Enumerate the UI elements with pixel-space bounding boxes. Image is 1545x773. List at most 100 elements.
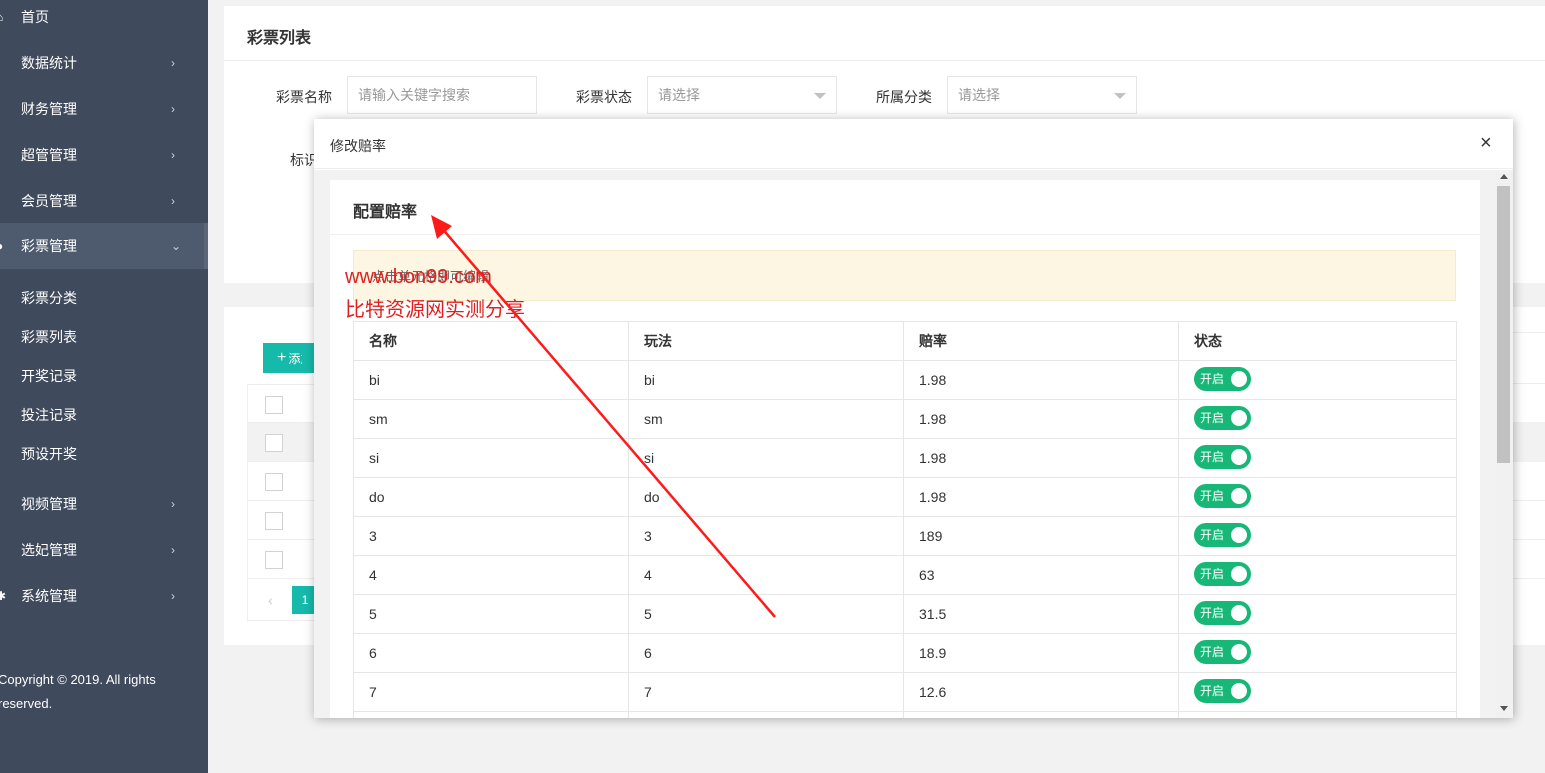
cell-odds[interactable]: 1.98 <box>903 438 1179 478</box>
status-toggle[interactable]: 开启 <box>1194 639 1251 664</box>
cell-play[interactable]: 4 <box>628 555 904 595</box>
lottery-status-select[interactable]: 请选择 <box>647 76 837 114</box>
chevron-right-icon: › <box>171 148 175 162</box>
tag-label: 标识 <box>290 152 314 168</box>
cell-play[interactable]: 3 <box>628 516 904 556</box>
toggle-label: 开启 <box>1200 528 1225 542</box>
category-label: 所属分类 <box>876 89 932 105</box>
column-header-play: 玩法 <box>628 321 904 361</box>
category-select[interactable]: 请选择 <box>947 76 1137 114</box>
sidebar-item-video[interactable]: ▪ 视频管理 › <box>0 481 208 527</box>
cell-status: 开启 <box>1178 477 1457 517</box>
toggle-label: 开启 <box>1200 606 1225 620</box>
cell-name[interactable]: 6 <box>353 633 629 673</box>
sidebar-subitem-preset-draw[interactable]: 预设开奖 <box>21 444 77 464</box>
toggle-label: 开启 <box>1200 645 1225 659</box>
cell-name[interactable]: bi <box>353 360 629 400</box>
sidebar-item-lottery[interactable]: ● 彩票管理 ⌄ <box>0 223 208 269</box>
select-icon: ▪ <box>0 544 6 556</box>
table-row: si si 1.98 开启 <box>353 438 1457 478</box>
sidebar-subitem-lottery-category[interactable]: 彩票分类 <box>21 288 77 308</box>
pager-prev-button[interactable]: ‹ <box>268 592 273 608</box>
column-header-name: 名称 <box>353 321 629 361</box>
table-row <box>247 423 317 462</box>
sidebar-subitem-bet-records[interactable]: 投注记录 <box>21 405 77 425</box>
cell-status: 开启 <box>1178 516 1457 556</box>
cell-name[interactable]: 4 <box>353 555 629 595</box>
close-icon[interactable]: × <box>1480 133 1492 153</box>
sidebar-subitem-lottery-list[interactable]: 彩票列表 <box>21 327 77 347</box>
row-checkbox[interactable] <box>265 512 283 530</box>
sidebar-item-stats[interactable]: ▪ 数据统计 › <box>0 40 208 86</box>
row-divider <box>1512 539 1545 540</box>
row-checkbox[interactable] <box>265 396 283 414</box>
toggle-knob <box>1231 409 1247 426</box>
chevron-right-icon: › <box>171 543 175 557</box>
status-toggle[interactable]: 开启 <box>1194 444 1251 469</box>
cell-status: 开启 <box>1178 633 1457 673</box>
table-row: bi bi 1.98 开启 <box>353 360 1457 400</box>
sidebar-item-home[interactable]: ⌂ 首页 <box>0 0 208 40</box>
sidebar-item-label: 会员管理 <box>21 193 77 209</box>
sidebar-subitem-draw-records[interactable]: 开奖记录 <box>21 366 77 386</box>
table-row: 7 7 12.6 开启 <box>353 672 1457 712</box>
divider <box>330 234 1480 235</box>
status-toggle[interactable]: 开启 <box>1194 366 1251 391</box>
scroll-down-arrow-icon[interactable] <box>1500 706 1508 711</box>
sidebar-item-finance[interactable]: ▪ 财务管理 › <box>0 86 208 132</box>
users-icon: ▪ <box>0 195 6 207</box>
sidebar-item-members[interactable]: ▪ 会员管理 › <box>0 178 208 224</box>
lottery-name-label: 彩票名称 <box>276 89 332 105</box>
cell-odds[interactable]: 18.9 <box>903 633 1179 673</box>
status-toggle[interactable]: 开启 <box>1194 678 1251 703</box>
status-toggle[interactable]: 开启 <box>1194 405 1251 430</box>
cell-name[interactable]: 7 <box>353 672 629 712</box>
cell-odds[interactable]: 189 <box>903 516 1179 556</box>
select-value: 请选择 <box>958 87 1000 103</box>
scrollbar-thumb[interactable] <box>1497 186 1510 463</box>
cell-status: 开启 <box>1178 594 1457 634</box>
cell-play[interactable]: bi <box>628 360 904 400</box>
toggle-knob <box>1231 565 1247 582</box>
cell-status: 开启 <box>1178 360 1457 400</box>
table-row <box>247 540 317 579</box>
cell-odds[interactable]: 12.6 <box>903 672 1179 712</box>
sidebar-item-select[interactable]: ▪ 选妃管理 › <box>0 527 208 573</box>
row-checkbox[interactable] <box>265 473 283 491</box>
cell-name[interactable]: 5 <box>353 594 629 634</box>
sidebar-item-label: 系统管理 <box>21 588 77 604</box>
modal-title: 修改赔率 <box>330 138 386 154</box>
cell-odds[interactable]: 1.98 <box>903 477 1179 517</box>
status-toggle[interactable]: 开启 <box>1194 483 1251 508</box>
watermark-url: www.bon99.com <box>345 266 492 288</box>
cell-odds[interactable]: 1.98 <box>903 399 1179 439</box>
sidebar-item-admin[interactable]: ▪ 超管管理 › <box>0 132 208 178</box>
lottery-name-input[interactable]: 请输入关键字搜索 <box>347 76 537 114</box>
status-toggle[interactable]: 开启 <box>1194 600 1251 625</box>
table-row: do do 1.98 开启 <box>353 477 1457 517</box>
row-checkbox[interactable] <box>265 434 283 452</box>
chevron-down-icon: ⌄ <box>171 239 182 253</box>
sidebar-item-system[interactable]: ✱ 系统管理 › <box>0 573 208 619</box>
cell-play[interactable]: 6 <box>628 633 904 673</box>
cell-play[interactable]: si <box>628 438 904 478</box>
sidebar-item-label: 首页 <box>21 9 49 25</box>
divider <box>224 60 1545 61</box>
status-toggle[interactable]: 开启 <box>1194 561 1251 586</box>
scroll-up-arrow-icon[interactable] <box>1500 174 1508 179</box>
cell-odds[interactable]: 63 <box>903 555 1179 595</box>
cell-play[interactable]: do <box>628 477 904 517</box>
status-toggle[interactable]: 开启 <box>1194 522 1251 547</box>
cell-play[interactable]: 7 <box>628 672 904 712</box>
cell-odds[interactable]: 31.5 <box>903 594 1179 634</box>
row-divider <box>1512 578 1545 579</box>
cell-name[interactable]: sm <box>353 399 629 439</box>
cell-status: 开启 <box>1178 438 1457 478</box>
row-checkbox[interactable] <box>265 551 283 569</box>
cell-play[interactable]: sm <box>628 399 904 439</box>
cell-name[interactable]: do <box>353 477 629 517</box>
cell-odds[interactable]: 1.98 <box>903 360 1179 400</box>
cell-play[interactable]: 5 <box>628 594 904 634</box>
cell-name[interactable]: 3 <box>353 516 629 556</box>
cell-name[interactable]: si <box>353 438 629 478</box>
